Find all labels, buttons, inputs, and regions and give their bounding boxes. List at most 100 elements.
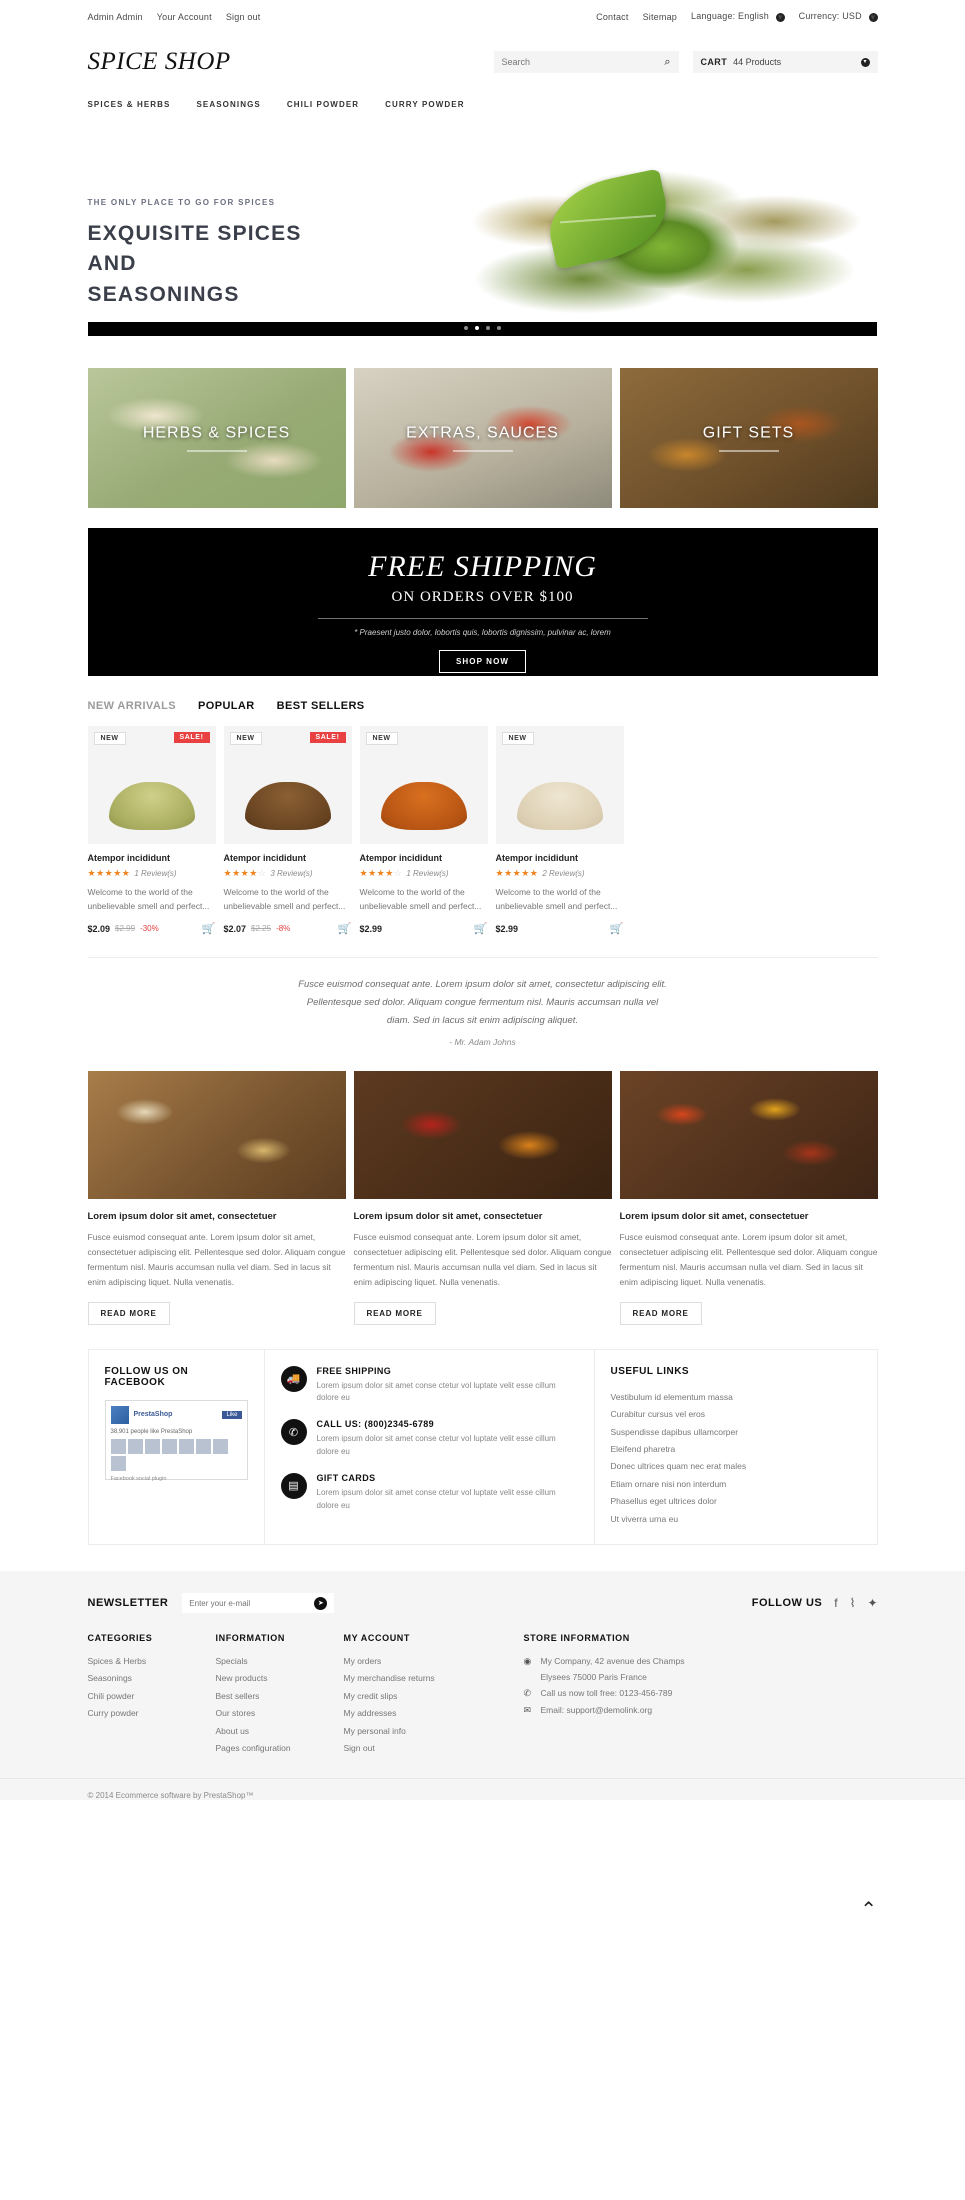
list-item[interactable]: Vestibulum id elementum massa xyxy=(611,1389,861,1406)
newsletter-submit-icon[interactable]: ➤ xyxy=(314,1596,328,1610)
language-selector[interactable]: Language: English ▾ xyxy=(691,11,785,22)
search-icon[interactable]: ⌕ xyxy=(664,56,670,69)
chevron-down-icon[interactable]: ▾ xyxy=(868,12,878,22)
tab-popular[interactable]: POPULAR xyxy=(198,700,255,712)
facebook-page-name[interactable]: PrestaShop xyxy=(134,1411,173,1418)
nav-item-spices-herbs[interactable]: SPICES & HERBS xyxy=(88,100,171,109)
blog-post-title[interactable]: Lorem ipsum dolor sit amet, consectetuer xyxy=(620,1211,878,1222)
store-email-text[interactable]: Email: support@demolink.org xyxy=(541,1702,653,1718)
product-thumbnail[interactable]: NEW xyxy=(495,726,624,844)
promo-note: * Praesent justo dolor, lobortis quis, l… xyxy=(354,628,611,637)
tab-best-sellers[interactable]: BEST SELLERS xyxy=(277,700,365,712)
link-your-account[interactable]: Your Account xyxy=(157,12,212,22)
blog-post-title[interactable]: Lorem ipsum dolor sit amet, consectetuer xyxy=(88,1211,346,1222)
slider-dot-4[interactable] xyxy=(497,326,501,330)
storefront-page: Admin Admin Your Account Sign out Contac… xyxy=(0,0,965,1921)
product-name[interactable]: Atempor incididunt xyxy=(88,853,216,863)
nav-item-curry-powder[interactable]: CURRY POWDER xyxy=(385,100,464,109)
category-tile-herbs-spices[interactable]: HERBS & SPICES xyxy=(87,368,346,508)
scroll-to-top-icon[interactable]: ⌃ xyxy=(860,1897,877,1922)
follow-us-block: FOLLOW US f ⌇ ✦ xyxy=(752,1596,878,1610)
list-item[interactable]: My credit slips xyxy=(344,1688,524,1705)
list-item[interactable]: Donec ultrices quam nec erat males xyxy=(611,1458,861,1475)
slider-dot-2[interactable] xyxy=(475,326,479,330)
twitter-icon[interactable]: ✦ xyxy=(867,1596,877,1610)
copyright-text: © 2014 Ecommerce software by PrestaShop™ xyxy=(87,1790,254,1800)
blog-post-image[interactable] xyxy=(353,1071,612,1200)
add-to-cart-icon[interactable]: 🛒 xyxy=(610,922,624,935)
review-count: 3 Review(s) xyxy=(270,869,313,878)
list-item[interactable]: My personal info xyxy=(344,1723,524,1740)
shop-now-button[interactable]: SHOP NOW xyxy=(438,650,527,673)
list-item[interactable]: My orders xyxy=(344,1653,524,1670)
list-item[interactable]: Etiam ornare nisi non interdum xyxy=(611,1476,861,1493)
list-item[interactable]: Spices & Herbs xyxy=(88,1653,216,1670)
rss-icon[interactable]: ⌇ xyxy=(850,1596,856,1610)
link-sitemap[interactable]: Sitemap xyxy=(643,12,677,22)
chevron-down-icon[interactable]: ▾ xyxy=(860,57,870,67)
product-card[interactable]: NEW Atempor incididunt ★★★★☆ 1 Review(s)… xyxy=(359,726,488,935)
list-item[interactable]: Curabitur cursus vel eros xyxy=(611,1406,861,1423)
newsletter-block: NEWSLETTER ➤ FOLLOW US f ⌇ ✦ xyxy=(88,1593,878,1633)
list-item[interactable]: Curry powder xyxy=(88,1705,216,1722)
link-contact[interactable]: Contact xyxy=(596,12,628,22)
facebook-icon[interactable]: f xyxy=(834,1596,837,1610)
nav-item-seasonings[interactable]: SEASONINGS xyxy=(196,100,260,109)
link-admin-admin[interactable]: Admin Admin xyxy=(88,12,143,22)
add-to-cart-icon[interactable]: 🛒 xyxy=(474,922,488,935)
product-thumbnail[interactable]: NEW xyxy=(359,726,488,844)
list-item[interactable]: My addresses xyxy=(344,1705,524,1722)
product-thumbnail[interactable]: NEW SALE! xyxy=(223,726,352,844)
product-description: Welcome to the world of the unbelievable… xyxy=(359,887,482,912)
slider-dot-3[interactable] xyxy=(486,326,490,330)
link-sign-out[interactable]: Sign out xyxy=(226,12,261,22)
currency-selector[interactable]: Currency: USD ▾ xyxy=(799,11,878,22)
list-item[interactable]: Chili powder xyxy=(88,1688,216,1705)
cart-widget[interactable]: CART 44 Products ▾ xyxy=(692,51,878,73)
facebook-widget[interactable]: PrestaShop Like 38,901 people like Prest… xyxy=(104,1399,248,1482)
underline-rule xyxy=(718,450,779,452)
product-card[interactable]: NEW SALE! Atempor incididunt ★★★★☆ 3 Rev… xyxy=(223,726,352,935)
nav-item-chili-powder[interactable]: CHILI POWDER xyxy=(287,100,359,109)
facebook-like-button[interactable]: Like xyxy=(222,1410,242,1419)
read-more-button[interactable]: READ MORE xyxy=(353,1301,436,1325)
slider-dot-1[interactable] xyxy=(464,326,468,330)
list-item[interactable]: Best sellers xyxy=(216,1688,344,1705)
blog-post-title[interactable]: Lorem ipsum dolor sit amet, consectetuer xyxy=(354,1211,612,1222)
product-name[interactable]: Atempor incididunt xyxy=(224,853,352,863)
search-input[interactable] xyxy=(501,57,665,67)
list-item[interactable]: Suspendisse dapibus ullamcorper xyxy=(611,1424,861,1441)
list-item[interactable]: Pages configuration xyxy=(216,1740,344,1757)
list-item[interactable]: New products xyxy=(216,1670,344,1687)
product-card[interactable]: NEW Atempor incididunt ★★★★★ 2 Review(s)… xyxy=(495,726,624,935)
list-item[interactable]: Phasellus eget ultrices dolor xyxy=(611,1493,861,1510)
add-to-cart-icon[interactable]: 🛒 xyxy=(202,922,216,935)
tab-new-arrivals[interactable]: NEW ARRIVALS xyxy=(88,700,177,712)
phone-icon: ✆ xyxy=(280,1419,307,1446)
category-tile-extras-sauces[interactable]: EXTRAS, SAUCES xyxy=(353,368,612,508)
list-item[interactable]: My merchandise returns xyxy=(344,1670,524,1687)
read-more-button[interactable]: READ MORE xyxy=(87,1301,170,1325)
product-card[interactable]: NEW SALE! Atempor incididunt ★★★★★ 1 Rev… xyxy=(87,726,216,935)
list-item[interactable]: Seasonings xyxy=(88,1670,216,1687)
product-thumbnail[interactable]: NEW SALE! xyxy=(87,726,216,844)
newsletter-field[interactable]: ➤ xyxy=(182,1593,335,1614)
read-more-button[interactable]: READ MORE xyxy=(619,1301,702,1325)
add-to-cart-icon[interactable]: 🛒 xyxy=(338,922,352,935)
list-item[interactable]: About us xyxy=(216,1723,344,1740)
site-logo[interactable]: SPICE SHOP xyxy=(88,48,231,76)
blog-post-image[interactable] xyxy=(87,1071,346,1200)
list-item[interactable]: Sign out xyxy=(344,1740,524,1757)
list-item[interactable]: Eleifend pharetra xyxy=(611,1441,861,1458)
blog-post-image[interactable] xyxy=(619,1071,878,1200)
search-box[interactable]: ⌕ xyxy=(493,51,679,73)
list-item[interactable]: Ut viverra urna eu xyxy=(611,1511,861,1528)
list-item[interactable]: Specials xyxy=(216,1653,344,1670)
category-tile-gift-sets[interactable]: GIFT SETS xyxy=(619,368,878,508)
product-name[interactable]: Atempor incididunt xyxy=(360,853,488,863)
service-title: CALL US: (800)2345-6789 xyxy=(316,1419,435,1430)
product-name[interactable]: Atempor incididunt xyxy=(496,853,624,863)
newsletter-input[interactable] xyxy=(189,1598,315,1608)
list-item[interactable]: Our stores xyxy=(216,1705,344,1722)
chevron-down-icon[interactable]: ▾ xyxy=(775,12,785,22)
